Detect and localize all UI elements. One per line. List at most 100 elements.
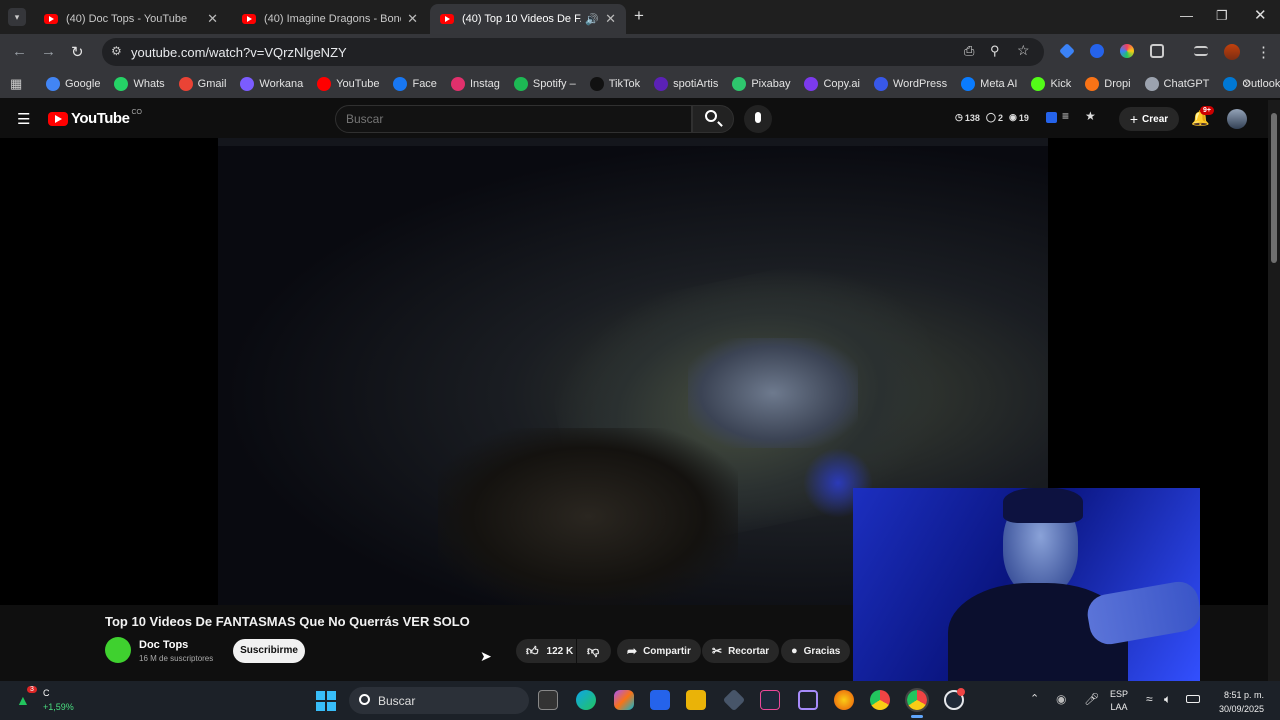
tab-imagine-dragons[interactable]: (40) Imagine Dragons - Bones ( ✕ bbox=[232, 4, 428, 34]
trophy-icon[interactable]: ★ bbox=[1085, 109, 1096, 123]
bookmark-item[interactable]: Workana bbox=[240, 77, 303, 91]
task-view-icon[interactable] bbox=[538, 690, 558, 710]
tab-top-10-videos[interactable]: (40) Top 10 Videos De FANT 🔊 ✕ bbox=[430, 4, 626, 34]
snipping-tool-icon[interactable] bbox=[798, 690, 818, 710]
tab-doc-tops[interactable]: (40) Doc Tops - YouTube ✕ bbox=[34, 4, 228, 34]
bookmark-item[interactable]: Gmail bbox=[178, 77, 226, 91]
tray-mic-icon[interactable]: 🎤︎ bbox=[1084, 692, 1099, 706]
minimize-icon[interactable]: — bbox=[1180, 8, 1193, 23]
clock-time: 8:51 p. m. bbox=[1223, 690, 1264, 700]
bookmark-label: Pixabay bbox=[751, 78, 791, 90]
chrome-active-icon[interactable] bbox=[905, 688, 929, 712]
share-button[interactable]: ➦ Compartir bbox=[617, 639, 701, 663]
bookmark-item[interactable]: Whats bbox=[114, 77, 165, 91]
reload-icon[interactable]: ↻ bbox=[71, 43, 84, 61]
bookmark-star-icon[interactable]: ☆ bbox=[1017, 42, 1030, 59]
new-tab-button[interactable]: + bbox=[634, 6, 644, 26]
youtube-logo[interactable]: YouTube CO bbox=[48, 109, 142, 127]
create-label: Crear bbox=[1142, 113, 1169, 125]
bookmark-item[interactable]: Pixabay bbox=[732, 77, 790, 91]
voice-search-button[interactable] bbox=[744, 105, 772, 133]
clip-button[interactable]: ✂ Recortar bbox=[702, 639, 780, 663]
stock-widget[interactable]: ▲ 3 C +1,59% bbox=[16, 686, 86, 716]
input-language[interactable]: ESP LAA bbox=[1110, 688, 1128, 714]
address-bar[interactable]: ⚙ youtube.com/watch?v=VQrzNlgeNZY ⎙ ⚲ ☆ bbox=[102, 38, 1044, 66]
firefox-icon[interactable] bbox=[834, 690, 854, 710]
bookmark-item[interactable]: YouTube bbox=[317, 77, 379, 91]
tray-chevron-icon[interactable]: ⌃ bbox=[1030, 692, 1039, 705]
search-button[interactable] bbox=[692, 105, 734, 133]
close-tab-icon[interactable]: ✕ bbox=[407, 11, 418, 27]
bookmark-item[interactable]: Spotify – bbox=[513, 77, 576, 91]
copilot-icon[interactable] bbox=[614, 690, 634, 710]
menu-kebab-icon[interactable]: ⋮ bbox=[1256, 43, 1271, 61]
bookmark-item[interactable]: Meta AI bbox=[961, 77, 1017, 91]
clock[interactable]: 8:51 p. m. 30/09/2025 bbox=[1212, 688, 1264, 716]
bookmark-item[interactable]: ChatGPT bbox=[1144, 77, 1209, 91]
volume-icon[interactable]: 🔈︎ bbox=[1164, 692, 1171, 707]
search-icon bbox=[705, 110, 717, 122]
extension-blue-icon[interactable] bbox=[1090, 44, 1104, 58]
bookmark-item[interactable]: Face bbox=[393, 77, 437, 91]
windows-start-icon[interactable] bbox=[316, 691, 336, 711]
bookmark-item[interactable]: Copy.ai bbox=[804, 77, 860, 91]
like-count: 122 K bbox=[546, 645, 574, 657]
url-text[interactable]: youtube.com/watch?v=VQrzNlgeNZY bbox=[131, 45, 347, 60]
scrollbar-thumb[interactable] bbox=[1271, 113, 1277, 263]
extension-color-icon[interactable] bbox=[1120, 44, 1134, 58]
extension-badge-icon[interactable] bbox=[1046, 112, 1057, 123]
maximize-icon[interactable]: ❐ bbox=[1216, 8, 1228, 24]
search-box[interactable] bbox=[335, 105, 692, 133]
close-tab-icon[interactable]: ✕ bbox=[605, 11, 616, 27]
speaker-icon[interactable]: 🔊 bbox=[585, 13, 599, 26]
site-info-icon[interactable]: ⚙ bbox=[111, 44, 122, 58]
dislike-button[interactable]: 👎︎ bbox=[577, 639, 611, 663]
close-tab-icon[interactable]: ✕ bbox=[207, 11, 218, 27]
channel-avatar[interactable] bbox=[105, 637, 131, 663]
bookmark-favicon-icon bbox=[1085, 77, 1100, 91]
hamburger-menu-icon[interactable]: ☰ bbox=[17, 110, 30, 128]
forward-icon[interactable]: → bbox=[41, 43, 56, 60]
list-icon[interactable]: ≡ bbox=[1062, 109, 1069, 123]
store-icon[interactable] bbox=[650, 690, 670, 710]
more-bookmarks-icon[interactable]: » bbox=[1244, 75, 1251, 90]
account-avatar[interactable] bbox=[1227, 109, 1247, 129]
bookmark-item[interactable]: Instag bbox=[450, 77, 500, 91]
install-app-icon[interactable]: ⎙ bbox=[964, 43, 974, 59]
subscribe-button[interactable]: Suscribirme bbox=[233, 639, 305, 663]
tray-app-icon[interactable]: ◉ bbox=[1056, 692, 1066, 706]
chrome-icon[interactable] bbox=[870, 690, 890, 710]
bookmark-favicon-icon bbox=[393, 77, 408, 91]
thanks-button[interactable]: ● Gracias bbox=[781, 639, 851, 663]
edge-icon[interactable] bbox=[576, 690, 596, 710]
like-button[interactable]: 👍︎ 122 K bbox=[516, 639, 576, 663]
zoom-icon[interactable]: ⚲ bbox=[990, 43, 1000, 59]
active-app-indicator bbox=[911, 715, 923, 718]
bookmark-item[interactable]: Google bbox=[46, 77, 100, 91]
taskbar-search[interactable]: Buscar bbox=[349, 687, 529, 714]
extension-tag-icon[interactable] bbox=[1059, 43, 1075, 59]
tab-search-button[interactable]: ▾ bbox=[8, 8, 26, 26]
close-window-icon[interactable]: ✕ bbox=[1254, 6, 1267, 24]
bookmark-item[interactable]: WordPress bbox=[873, 77, 947, 91]
back-icon[interactable]: ← bbox=[12, 43, 27, 60]
extensions-puzzle-icon[interactable] bbox=[1150, 44, 1164, 58]
bookmark-item[interactable]: Kick bbox=[1031, 77, 1071, 91]
eye-icon: ◉ bbox=[1008, 112, 1017, 122]
bookmark-item[interactable]: Outlook bbox=[1223, 77, 1280, 91]
apps-grid-icon[interactable]: ▦ bbox=[10, 76, 22, 92]
media-controls-icon[interactable] bbox=[1194, 46, 1208, 56]
wifi-icon[interactable]: ≈ bbox=[1146, 692, 1153, 706]
create-button[interactable]: + Crear bbox=[1119, 107, 1179, 131]
file-explorer-icon[interactable] bbox=[686, 690, 706, 710]
media-app-icon[interactable] bbox=[760, 690, 780, 710]
search-input[interactable] bbox=[346, 112, 646, 126]
channel-name[interactable]: Doc Tops bbox=[139, 639, 188, 651]
bookmark-item[interactable]: Dropi bbox=[1085, 77, 1131, 91]
bookmark-favicon-icon bbox=[46, 77, 60, 91]
profile-avatar-icon[interactable] bbox=[1224, 44, 1240, 60]
bookmark-label: spotiArtis bbox=[673, 78, 719, 90]
battery-icon[interactable] bbox=[1186, 695, 1200, 703]
bookmark-item[interactable]: TikTok bbox=[589, 77, 640, 91]
bookmark-item[interactable]: spotiArtis bbox=[654, 77, 718, 91]
